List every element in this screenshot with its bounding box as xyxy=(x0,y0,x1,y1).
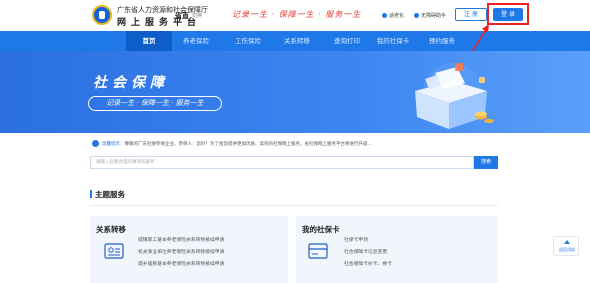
search-placeholder: 请输入您要办理的事项或服务 xyxy=(96,160,155,165)
banner-subtitle: 记录一生 · 保障一生 · 服务一生 xyxy=(88,96,222,111)
hero-banner: 社会保障 记录一生 · 保障一生 · 服务一生 xyxy=(0,51,590,133)
gift-box-illustration-icon xyxy=(415,63,494,129)
service-card-transfer: 关系转移 城镇职工基本养老保险关系转移接续申请 机关事业单位养老保险关系转移接续… xyxy=(90,216,288,283)
section-divider xyxy=(90,205,498,206)
back-to-top-button[interactable]: 返回顶部 xyxy=(553,236,579,256)
header: 广东省人力资源和社会保障厅 网上服务平台 省直 切换 记录一生 · 保障一生 ·… xyxy=(0,0,590,30)
search-button[interactable]: 搜索 xyxy=(474,156,498,169)
elder-mode-icon xyxy=(382,13,387,18)
card-link[interactable]: 社会保障卡补卡、换卡 xyxy=(344,260,392,267)
banner-title: 社会保障 xyxy=(93,75,169,91)
card-link[interactable]: 城镇职工基本养老保险关系转移接续申请 xyxy=(138,236,224,243)
card-link[interactable]: 社会保障卡信息变更 xyxy=(344,248,387,255)
nav-item-appointment[interactable]: 预约服务 xyxy=(422,31,462,51)
main-nav: 首页 养老保险 工伤保险 关系转移 查询打印 我的社保卡 预约服务 xyxy=(0,31,590,51)
nav-item-transfer[interactable]: 关系转移 xyxy=(277,31,317,51)
nav-item-home[interactable]: 首页 xyxy=(126,31,172,51)
card-icon xyxy=(308,243,328,259)
accessibility-link[interactable]: 无障碍助手 xyxy=(414,12,446,19)
section-title: 主题服务 xyxy=(95,190,125,199)
card-link[interactable]: 机关事业单位养老保险关系转移接续申请 xyxy=(138,248,224,255)
nav-item-injury[interactable]: 工伤保险 xyxy=(228,31,268,51)
nav-item-my-card[interactable]: 我的社保卡 xyxy=(370,31,416,51)
nav-item-pension[interactable]: 养老保险 xyxy=(176,31,216,51)
accessibility-icon xyxy=(414,13,419,18)
hrss-logo-icon[interactable] xyxy=(92,5,112,25)
card-title: 关系转移 xyxy=(96,225,126,234)
card-link[interactable]: 社保卡申领 xyxy=(344,236,368,243)
card-title: 我的社保卡 xyxy=(302,225,340,234)
elder-mode-link[interactable]: 适老化 xyxy=(382,12,404,19)
page: 广东省人力资源和社会保障厅 网上服务平台 省直 切换 记录一生 · 保障一生 ·… xyxy=(0,0,590,283)
region-label: 省直 xyxy=(175,12,189,20)
service-card-my-card: 我的社保卡 社保卡申领 社会保障卡信息变更 社会保障卡补卡、换卡 xyxy=(296,216,498,283)
nav-item-query[interactable]: 查询打印 xyxy=(327,31,367,51)
region-switch-link[interactable]: 切换 xyxy=(192,12,202,19)
id-card-icon xyxy=(104,243,124,259)
arrow-up-icon xyxy=(564,240,570,244)
register-button[interactable]: 注 册 xyxy=(455,8,487,21)
header-slogan: 记录一生 · 保障一生 · 服务一生 xyxy=(232,10,362,19)
login-highlight-box xyxy=(487,3,529,25)
notice-bell-icon xyxy=(92,140,99,147)
notice-text: 温馨提示：尊敬的广东社保参保企业、参保人：您好！为了给您提供更加优质、高效的社保… xyxy=(102,142,372,147)
section-marker xyxy=(90,190,92,198)
card-link[interactable]: 城乡居民基本养老保险关系转移接续申请 xyxy=(138,260,224,267)
